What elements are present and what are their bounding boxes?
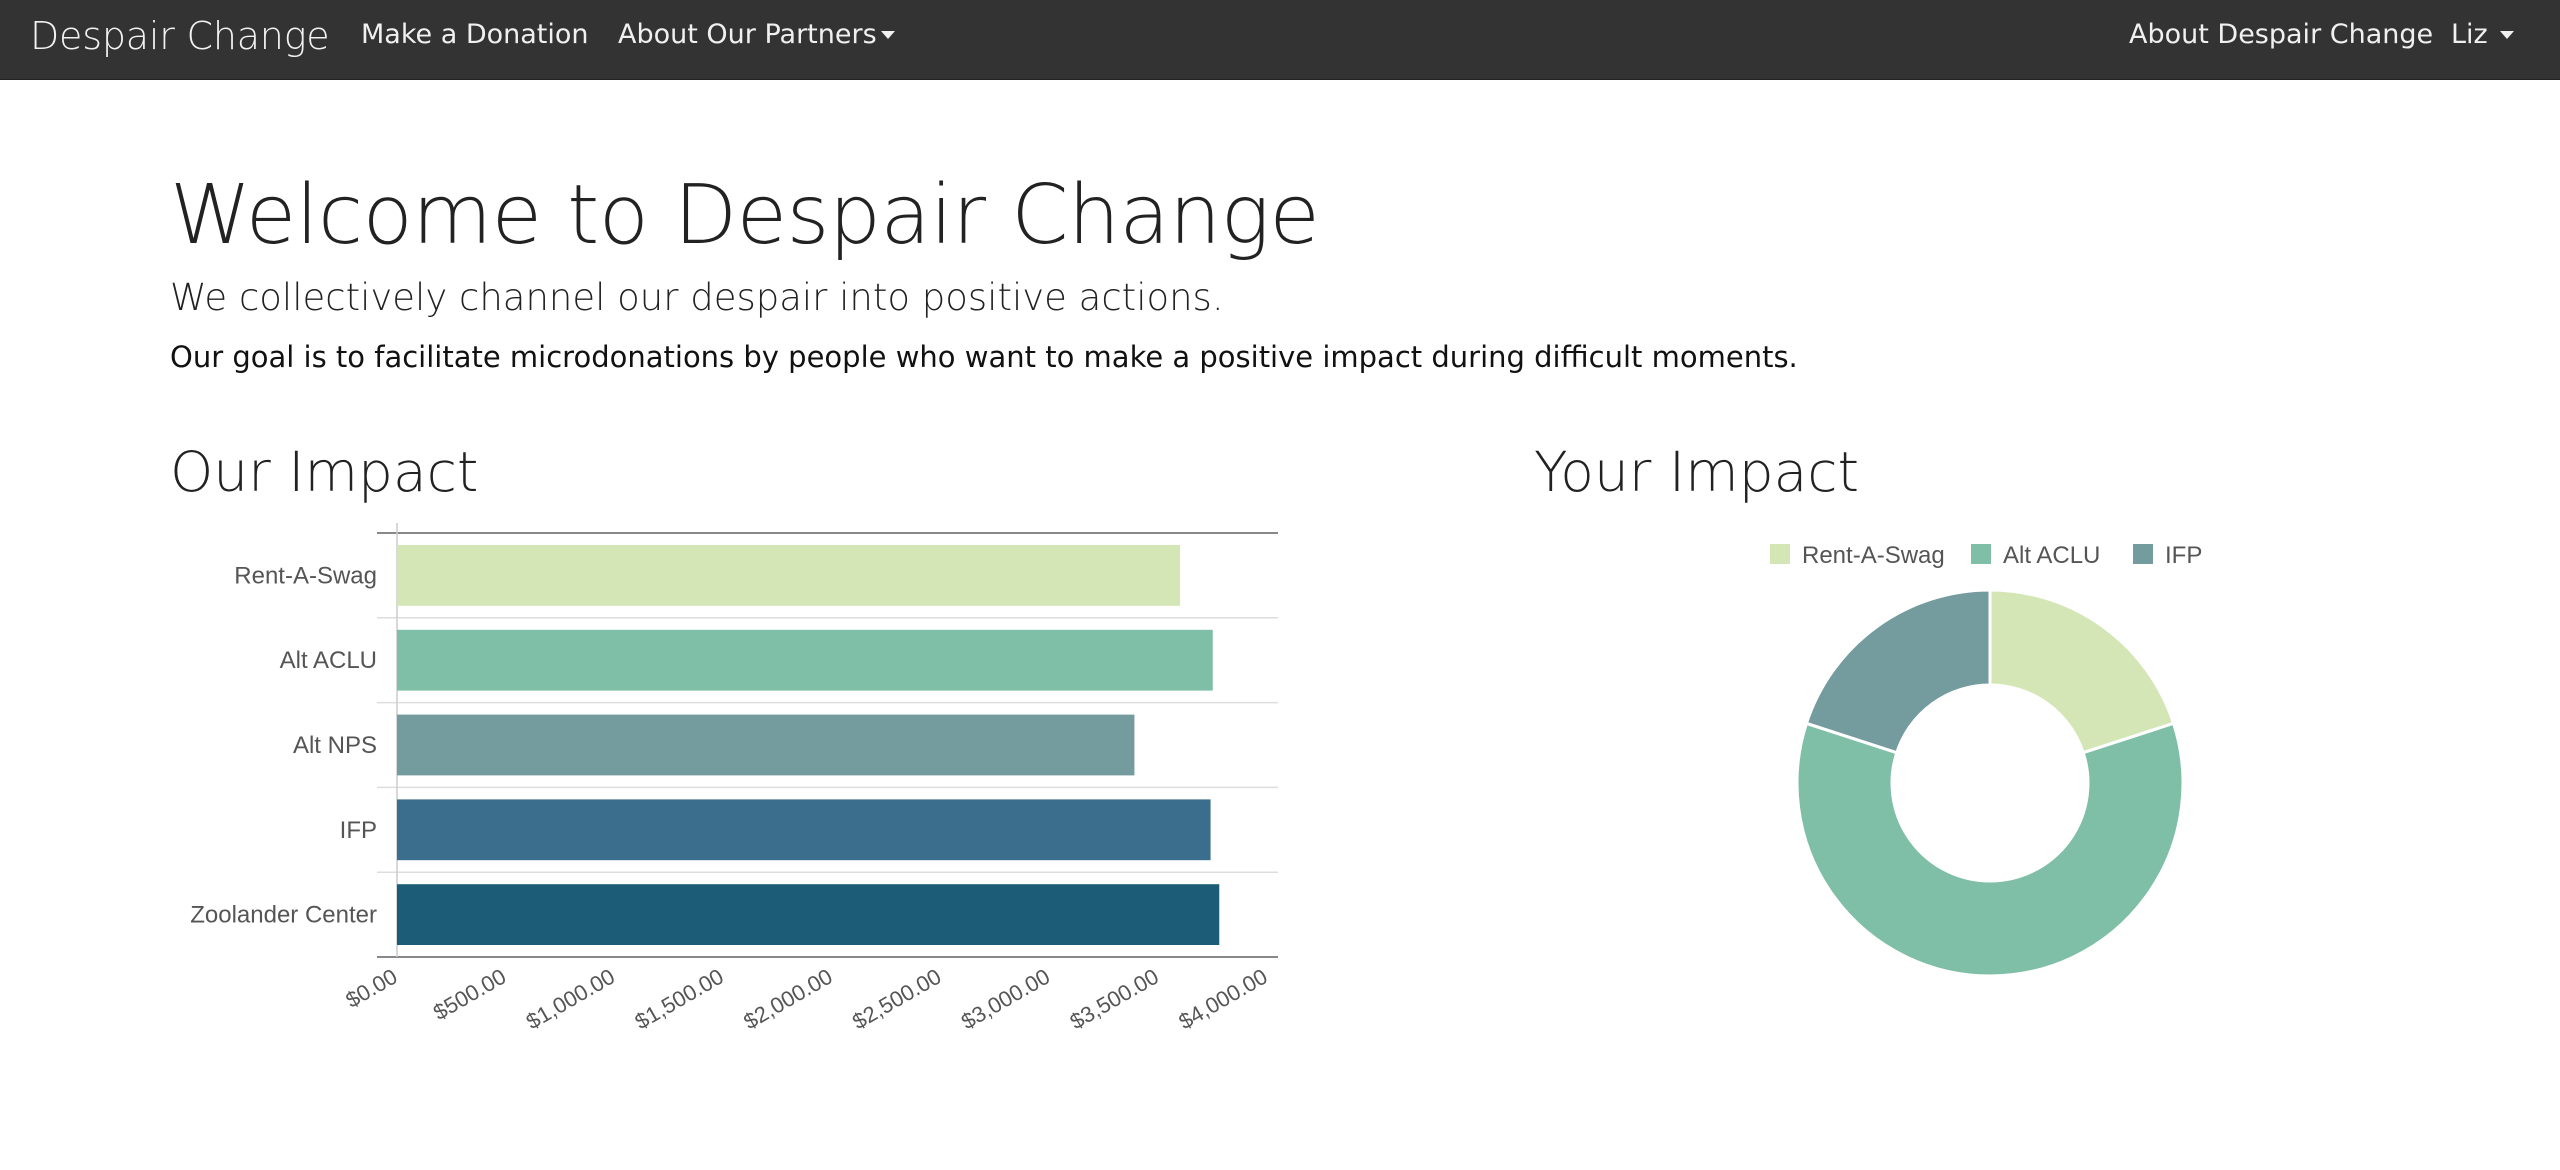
- x-tick-label: $2,000.00: [739, 964, 836, 1035]
- category-label: Rent-A-Swag: [234, 562, 377, 589]
- x-tick-label: $500.00: [429, 964, 510, 1025]
- category-label: Alt ACLU: [280, 647, 377, 674]
- bar-ifp[interactable]: [397, 799, 1211, 861]
- chevron-down-icon: [880, 31, 895, 39]
- category-label: IFP: [340, 817, 377, 844]
- x-tick-label: $1,500.00: [631, 964, 728, 1035]
- category-label: Alt NPS: [293, 732, 377, 759]
- legend-label: IFP: [2165, 542, 2202, 569]
- nav-user-menu[interactable]: Liz: [2451, 0, 2515, 79]
- nav-about-partners-dropdown[interactable]: About Our Partners: [618, 0, 895, 79]
- x-tick-label: $4,000.00: [1174, 964, 1271, 1035]
- x-tick-label: $3,500.00: [1066, 964, 1163, 1035]
- goal-text: Our goal is to facilitate microdonations…: [170, 340, 1798, 374]
- legend-label: Alt ACLU: [2003, 542, 2100, 569]
- your-impact-heading: Your Impact: [1534, 440, 1860, 504]
- donut-slice-rent-a-swag[interactable]: [1988, 588, 2176, 755]
- page-subtitle: We collectively channel our despair into…: [170, 276, 1224, 319]
- bar-zoolander-center[interactable]: [397, 884, 1220, 945]
- bar-alt-nps[interactable]: [397, 714, 1135, 776]
- x-tick-label: $0.00: [341, 964, 401, 1013]
- bar-rent-a-swag[interactable]: [397, 545, 1181, 606]
- brand-link[interactable]: Despair Change: [30, 0, 330, 79]
- nav-about-despair-change[interactable]: About Despair Change: [2129, 0, 2433, 79]
- user-name: Liz: [2451, 19, 2488, 50]
- our-impact-bar-chart: Rent-A-Swag Alt ACLU Alt NPS IFP Zoolander C…: [190, 523, 1278, 1035]
- chevron-down-icon: [2500, 31, 2515, 39]
- donut-slice-alt-aclu[interactable]: [1795, 721, 2185, 978]
- your-impact-donut-chart: Rent-A-Swag Alt ACLU IFP: [1770, 542, 2202, 978]
- x-tick-label: $2,500.00: [848, 964, 945, 1035]
- our-impact-heading: Our Impact: [170, 440, 479, 504]
- legend-swatch: [1971, 544, 1991, 564]
- navbar: Despair Change Make a Donation About Our…: [0, 0, 2560, 80]
- category-label: Zoolander Center: [190, 902, 377, 929]
- x-tick-label: $1,000.00: [522, 964, 619, 1035]
- legend-swatch: [1770, 544, 1790, 564]
- x-tick-label: $3,000.00: [957, 964, 1054, 1035]
- legend-swatch: [2133, 544, 2153, 564]
- donut-slice-ifp[interactable]: [1804, 588, 1992, 755]
- page-title: Welcome to Despair Change: [170, 168, 1320, 263]
- bar-alt-aclu[interactable]: [397, 629, 1213, 691]
- legend-label: Rent-A-Swag: [1802, 542, 1945, 569]
- nav-about-partners-label: About Our Partners: [618, 19, 877, 50]
- nav-make-donation[interactable]: Make a Donation: [361, 0, 589, 79]
